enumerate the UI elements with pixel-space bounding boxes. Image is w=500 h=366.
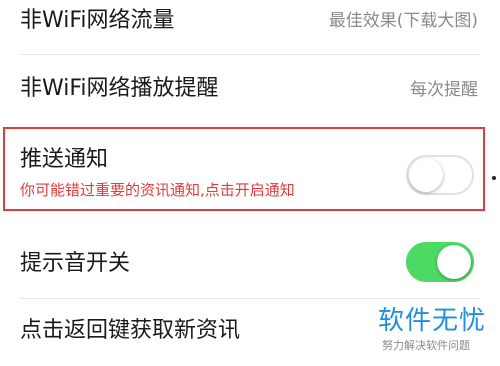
notification-sound-label: 提示音开关 [20, 251, 131, 276]
push-notifications-hint: 你可能错过重要的资讯通知,点击开启通知 [20, 181, 295, 199]
wifi-traffic-label: 非WiFi网络流量 [20, 8, 175, 33]
wifi-traffic-value: 最佳效果(下载大图) [328, 11, 478, 31]
push-notifications-label: 推送通知 [20, 147, 109, 172]
toggle-knob [437, 245, 471, 279]
wifi-play-alert-value: 每次提醒 [410, 80, 478, 100]
notification-sound-toggle[interactable] [406, 242, 474, 282]
wifi-play-alert-label: 非WiFi网络播放提醒 [20, 76, 219, 101]
setting-row-wifi-play-alert[interactable]: 非WiFi网络播放提醒 每次提醒 [0, 55, 500, 127]
toggle-knob [409, 158, 443, 192]
dot-mark [492, 176, 496, 180]
push-notifications-toggle[interactable] [406, 155, 474, 195]
setting-row-wifi-traffic[interactable]: 非WiFi网络流量 最佳效果(下载大图) [0, 0, 500, 54]
watermark-subtitle: 努力解决软件问题 [382, 339, 470, 352]
back-refresh-label: 点击返回键获取新资讯 [20, 318, 241, 343]
watermark-title: 软件无忧 [378, 306, 487, 336]
